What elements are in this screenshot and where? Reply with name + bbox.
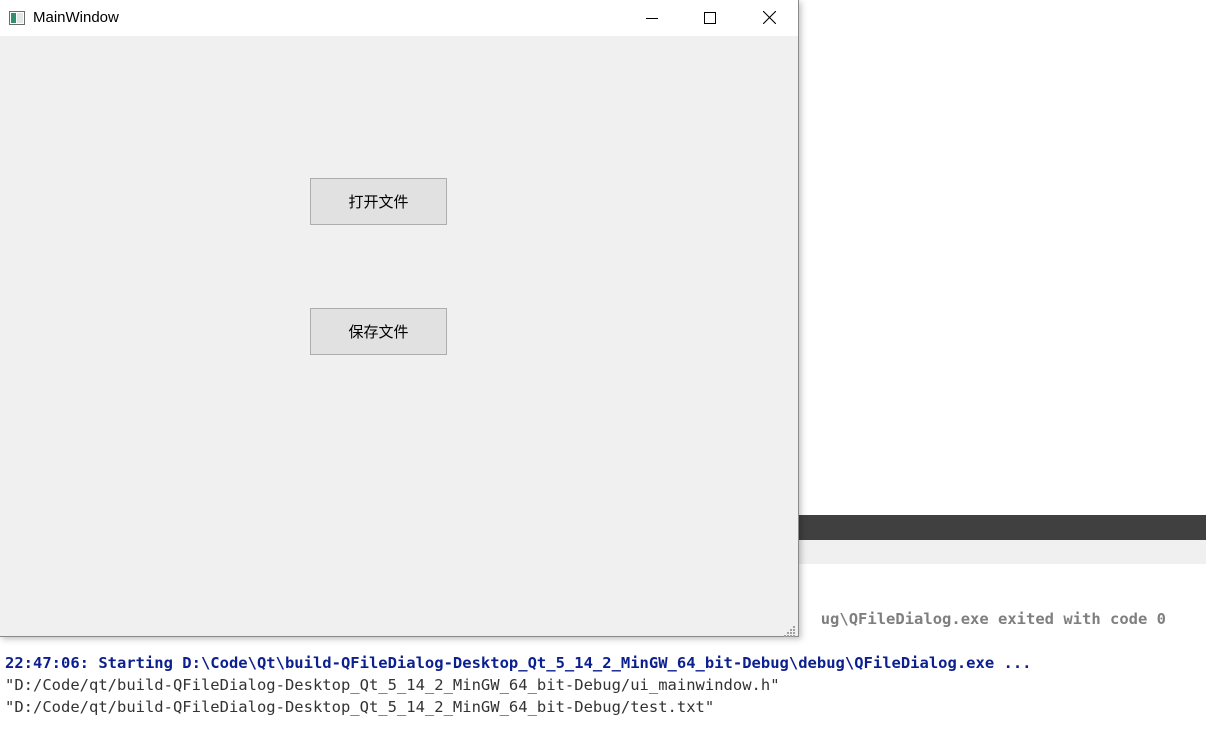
save-file-button[interactable]: 保存文件	[310, 308, 447, 355]
close-icon	[762, 9, 776, 28]
main-window: MainWindow 打开文件 保存文件	[0, 0, 799, 637]
resize-grip-icon[interactable]	[784, 622, 796, 637]
open-file-button[interactable]: 打开文件	[310, 178, 447, 225]
app-icon	[9, 10, 25, 25]
ide-panel-toolbar	[799, 540, 1206, 565]
maximize-icon	[704, 9, 716, 28]
window-title: MainWindow	[33, 9, 119, 26]
maximize-button[interactable]	[681, 0, 739, 36]
minimize-icon	[646, 9, 658, 28]
title-bar[interactable]: MainWindow	[0, 0, 798, 36]
close-button[interactable]	[740, 0, 798, 36]
minimize-button[interactable]	[623, 0, 681, 36]
ide-panel-header	[799, 515, 1206, 540]
output-starting-line: 22:47:06: Starting D:\Code\Qt\build-QFil…	[5, 654, 1032, 672]
output-line: "D:/Code/qt/build-QFileDialog-Desktop_Qt…	[5, 698, 715, 716]
output-line: "D:/Code/qt/build-QFileDialog-Desktop_Qt…	[5, 676, 780, 694]
